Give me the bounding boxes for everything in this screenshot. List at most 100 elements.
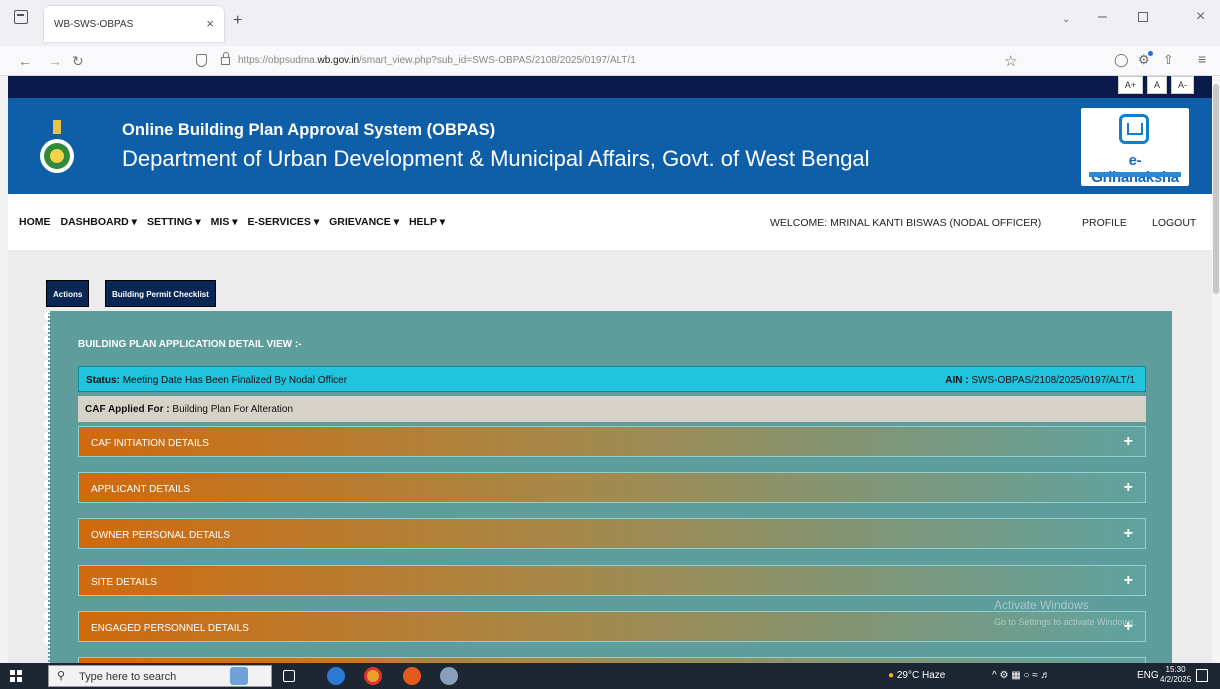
site-header-banner: Online Building Plan Approval System (OB… xyxy=(8,98,1212,194)
restore-window-icon[interactable] xyxy=(1138,12,1148,22)
close-window-icon[interactable]: × xyxy=(1196,8,1205,26)
accordion-label: APPLICANT DETAILS xyxy=(91,484,191,495)
accordion-engaged-personnel[interactable]: ENGAGED PERSONNEL DETAILS + xyxy=(78,611,1146,642)
main-menu: HOME DASHBOARD ▾ SETTING ▾ MIS ▾ E-SERVI… xyxy=(8,194,1212,250)
ain-text: AIN : SWS-OBPAS/2108/2025/0197/ALT/1 xyxy=(945,375,1135,386)
house-logo-icon xyxy=(1119,114,1149,144)
e-grihanaksha-logo: e-Grihanaksha xyxy=(1081,108,1189,186)
expand-plus-icon[interactable]: + xyxy=(1124,433,1133,451)
tab-title: WB-SWS-OBPAS xyxy=(54,19,134,30)
app-icon[interactable] xyxy=(440,667,458,685)
menu-e-services[interactable]: E-SERVICES ▾ xyxy=(248,216,320,228)
menu-dashboard[interactable]: DASHBOARD ▾ xyxy=(61,216,137,228)
notification-icon[interactable] xyxy=(1196,669,1208,682)
ain-value: SWS-OBPAS/2108/2025/0197/ALT/1 xyxy=(971,375,1135,386)
welcome-text: WELCOME: MRINAL KANTI BISWAS (NODAL OFFI… xyxy=(770,217,1042,229)
extensions-icon[interactable]: ⚙ xyxy=(1138,51,1153,68)
url-domain: wb.gov.in xyxy=(317,55,360,66)
tab-list-chevron-icon[interactable]: ⌄ xyxy=(1062,14,1070,25)
accordion-label: OWNER PERSONAL DETAILS xyxy=(91,530,230,541)
browser-nav-bar: ← → ↻ https://obpsudma.wb.gov.in/smart_v… xyxy=(0,46,1220,76)
hamburger-menu-icon[interactable]: ≡ xyxy=(1198,51,1206,67)
tab-close-icon[interactable]: × xyxy=(206,16,214,31)
forward-arrow-icon[interactable]: → xyxy=(48,53,62,69)
pocket-icon[interactable]: ◯ xyxy=(1114,52,1129,68)
chrome-icon[interactable] xyxy=(364,667,382,685)
status-label: Status: xyxy=(86,375,120,386)
menu-home[interactable]: HOME xyxy=(19,216,51,228)
accordion-label: SITE DETAILS xyxy=(91,577,157,588)
accordion-caf-initiation[interactable]: CAF INITIATION DETAILS + xyxy=(78,426,1146,457)
font-decrease-button[interactable]: A- xyxy=(1171,76,1194,94)
caf-applied-bar: CAF Applied For : Building Plan For Alte… xyxy=(78,396,1146,422)
minimize-window-icon[interactable]: – xyxy=(1098,8,1107,26)
detail-view-title: BUILDING PLAN APPLICATION DETAIL VIEW :- xyxy=(78,339,302,350)
accessibility-strip: A+ A A- xyxy=(8,76,1212,98)
lock-icon[interactable] xyxy=(221,52,230,65)
tracking-shield-icon[interactable] xyxy=(196,54,207,67)
language-indicator[interactable]: ENG xyxy=(1137,670,1159,681)
scrollbar-thumb[interactable] xyxy=(1213,84,1219,294)
status-value: Meeting Date Has Been Finalized By Nodal… xyxy=(122,375,348,386)
menu-help[interactable]: HELP ▾ xyxy=(409,216,445,228)
menu-mis[interactable]: MIS ▾ xyxy=(211,216,238,228)
logout-link[interactable]: LOGOUT xyxy=(1152,217,1196,229)
system-title: Online Building Plan Approval System (OB… xyxy=(122,121,496,139)
cortana-landscape-icon[interactable] xyxy=(230,667,248,685)
caf-label: CAF Applied For : xyxy=(85,404,170,415)
activate-windows-watermark: Activate Windows xyxy=(994,598,1089,612)
clock-date: 4/2/2025 xyxy=(1160,675,1192,684)
logo-text: e-Grihanaksha xyxy=(1091,152,1179,186)
back-arrow-icon[interactable]: ← xyxy=(18,53,32,69)
browser-tab-bar: WB-SWS-OBPAS × + ⌄ – × xyxy=(0,0,1220,46)
accordion-label: ENGAGED PERSONNEL DETAILS xyxy=(91,623,249,634)
reload-icon[interactable]: ↻ xyxy=(72,53,84,70)
logo-strip xyxy=(1089,172,1181,177)
search-placeholder: Type here to search xyxy=(79,671,177,683)
clock-time: 15:30 xyxy=(1165,665,1186,674)
expand-plus-icon[interactable]: + xyxy=(1124,572,1133,590)
address-bar[interactable]: https://obpsudma.wb.gov.in/smart_view.ph… xyxy=(238,55,636,66)
building-permit-checklist-button[interactable]: Building Permit Checklist xyxy=(105,280,216,307)
weather-widget[interactable]: ● 29°C Haze xyxy=(888,670,945,681)
font-increase-button[interactable]: A+ xyxy=(1117,76,1143,94)
copilot-icon[interactable] xyxy=(327,667,345,685)
menu-setting[interactable]: SETTING ▾ xyxy=(147,216,201,228)
weather-text: 29°C Haze xyxy=(896,670,946,681)
status-text: Status: Meeting Date Has Been Finalized … xyxy=(86,375,347,386)
activate-windows-subtext: Go to Settings to activate Windows. xyxy=(994,617,1137,627)
url-path: /smart_view.php?sub_id=SWS-OBPAS/2108/20… xyxy=(359,55,636,66)
caf-value: Building Plan For Alteration xyxy=(172,404,294,415)
accordion-site[interactable]: SITE DETAILS + xyxy=(78,565,1146,596)
actions-button[interactable]: Actions xyxy=(46,280,90,307)
system-tray-icons[interactable]: ^ ⚙ ▦ ○ ≈ ♬ xyxy=(992,670,1051,681)
accordion-label: CAF INITIATION DETAILS xyxy=(91,438,209,449)
browser-tab[interactable]: WB-SWS-OBPAS × xyxy=(44,6,224,42)
expand-plus-icon[interactable]: + xyxy=(1124,479,1133,497)
windows-taskbar: ⚲ Type here to search ● 29°C Haze ^ ⚙ ▦ … xyxy=(0,663,1220,689)
status-bar: Status: Meeting Date Has Been Finalized … xyxy=(78,366,1146,392)
new-tab-button[interactable]: + xyxy=(233,12,242,30)
accordion-applicant[interactable]: APPLICANT DETAILS + xyxy=(78,472,1146,503)
ain-label: AIN : xyxy=(945,375,969,386)
west-bengal-emblem-icon xyxy=(40,120,74,173)
share-icon[interactable]: ⇧ xyxy=(1163,52,1174,68)
bookmark-star-icon[interactable]: ☆ xyxy=(1004,52,1017,70)
clock[interactable]: 15:30 4/2/2025 xyxy=(1160,665,1191,685)
department-title: Department of Urban Development & Munici… xyxy=(122,146,870,171)
search-icon: ⚲ xyxy=(57,670,66,682)
expand-plus-icon[interactable]: + xyxy=(1124,525,1133,543)
menu-grievance[interactable]: GRIEVANCE ▾ xyxy=(329,216,399,228)
firefox-icon[interactable] xyxy=(403,667,421,685)
url-prefix: https://obpsudma. xyxy=(238,55,318,66)
accordion-owner-personal[interactable]: OWNER PERSONAL DETAILS + xyxy=(78,518,1146,549)
profile-link[interactable]: PROFILE xyxy=(1082,217,1127,229)
sun-icon: ● xyxy=(888,670,895,681)
font-size-controls: A+ A A- xyxy=(1117,76,1194,94)
tab-overview-icon[interactable] xyxy=(14,10,28,24)
font-normal-button[interactable]: A xyxy=(1146,76,1167,94)
task-view-icon[interactable] xyxy=(283,670,295,682)
web-page: A+ A A- Online Building Plan Approval Sy… xyxy=(8,76,1212,663)
caf-text: CAF Applied For : Building Plan For Alte… xyxy=(85,404,293,415)
windows-start-icon[interactable] xyxy=(10,670,22,682)
